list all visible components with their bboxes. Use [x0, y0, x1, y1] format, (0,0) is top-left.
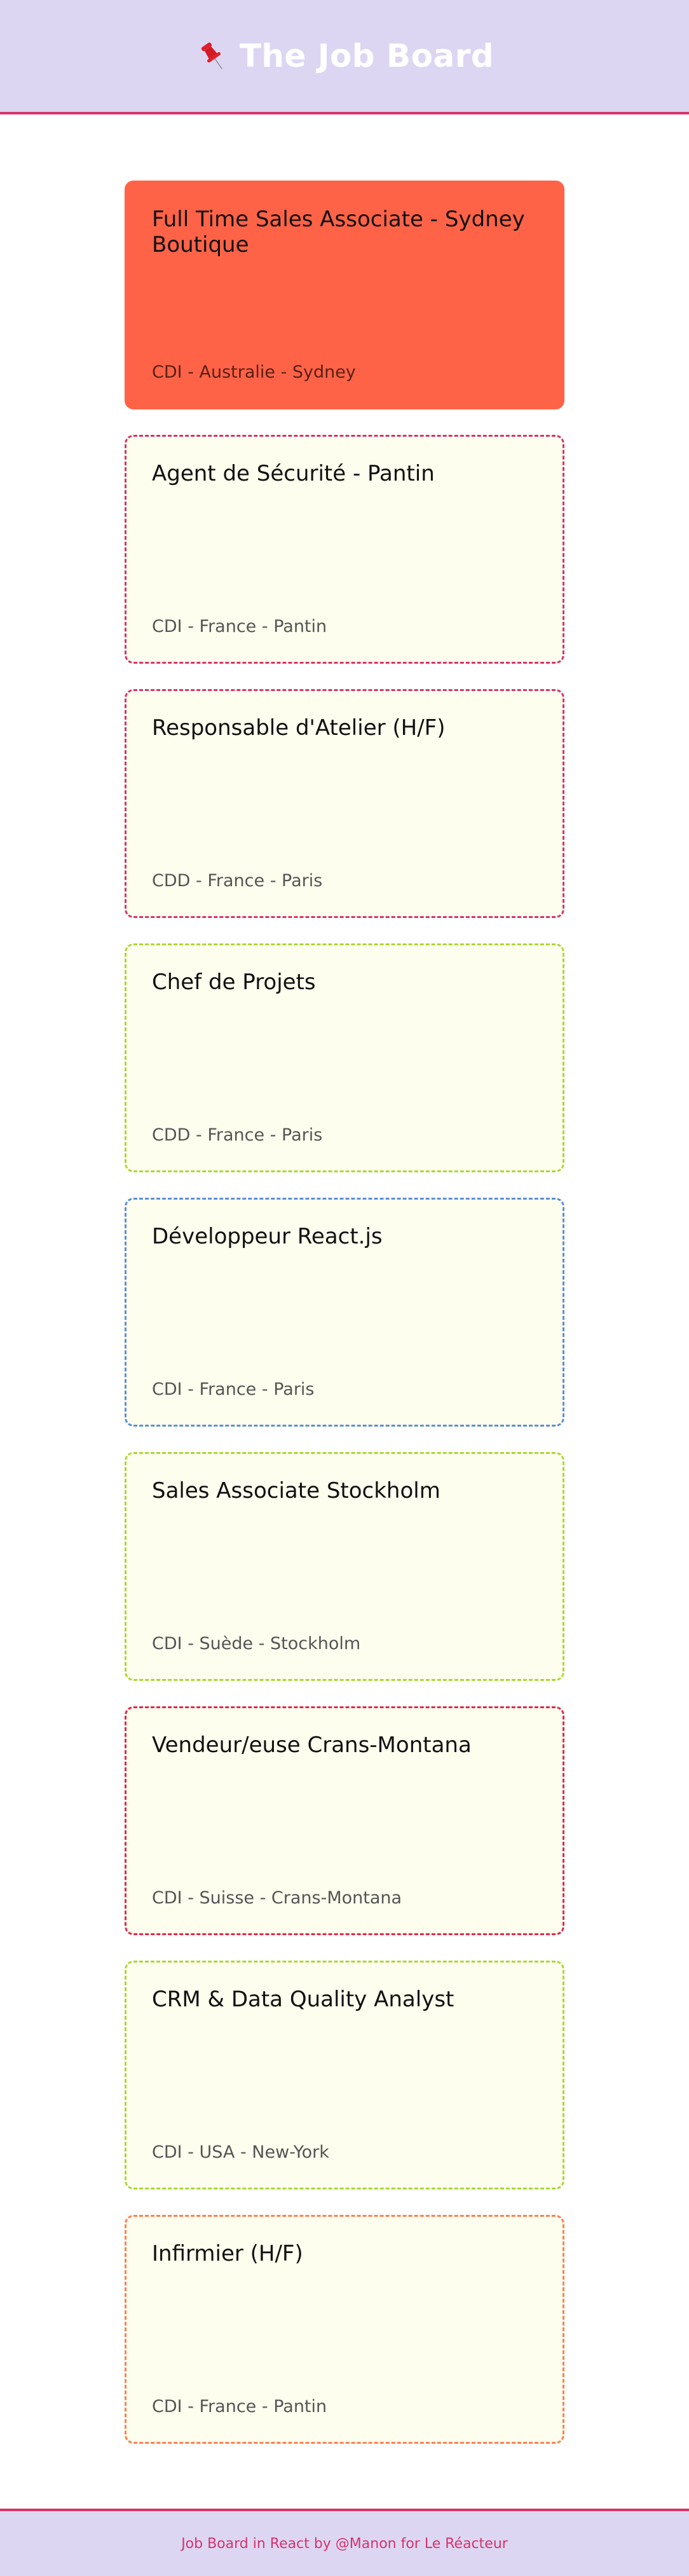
job-card-0[interactable]: Full Time Sales Associate - Sydney Bouti… [125, 181, 564, 409]
job-card-8[interactable]: Infirmier (H/F) CDI - France - Pantin [125, 2215, 564, 2444]
job-title: Agent de Sécurité - Pantin [152, 461, 435, 486]
job-meta: CDI - France - Pantin [152, 2397, 327, 2416]
job-title: Sales Associate Stockholm [152, 1478, 440, 1504]
job-title: Développeur React.js [152, 1224, 383, 1249]
pushpin-icon [201, 42, 222, 69]
job-card-1[interactable]: Agent de Sécurité - Pantin CDI - France … [125, 435, 564, 664]
job-list: Full Time Sales Associate - Sydney Bouti… [125, 181, 564, 2469]
job-title: Responsable d'Atelier (H/F) [152, 715, 446, 741]
job-meta: CDD - France - Paris [152, 1125, 323, 1145]
job-title: Chef de Projets [152, 969, 316, 995]
job-title: Full Time Sales Associate - Sydney Bouti… [152, 207, 525, 257]
job-card-3[interactable]: Chef de Projets CDD - France - Paris [125, 943, 564, 1172]
job-title: Infirmier (H/F) [152, 2241, 303, 2266]
job-meta: CDI - USA - New-York [152, 2142, 329, 2162]
job-meta: CDI - France - Paris [152, 1380, 315, 1399]
job-meta: CDI - Suisse - Crans-Montana [152, 1888, 402, 1908]
footer-credit[interactable]: Job Board in React by @Manon for Le Réac… [181, 2536, 508, 2552]
site-footer: Job Board in React by @Manon for Le Réac… [0, 2509, 689, 2576]
job-card-5[interactable]: Sales Associate Stockholm CDI - Suède - … [125, 1452, 564, 1681]
job-meta: CDI - France - Pantin [152, 617, 327, 636]
job-title: CRM & Data Quality Analyst [152, 1987, 454, 2012]
site-header: The Job Board [0, 0, 689, 114]
page-title: The Job Board [195, 38, 494, 74]
job-meta: CDD - France - Paris [152, 871, 323, 891]
job-meta: CDI - Suède - Stockholm [152, 1634, 361, 1654]
page-title-text: The Job Board [239, 38, 495, 74]
job-card-2[interactable]: Responsable d'Atelier (H/F) CDD - France… [125, 689, 564, 918]
job-card-6[interactable]: Vendeur/euse Crans-Montana CDI - Suisse … [125, 1706, 564, 1935]
job-meta: CDI - Australie - Sydney [152, 362, 356, 382]
job-card-7[interactable]: CRM & Data Quality Analyst CDI - USA - N… [125, 1961, 564, 2189]
job-card-4[interactable]: Développeur React.js CDI - France - Pari… [125, 1198, 564, 1427]
job-title: Vendeur/euse Crans-Montana [152, 1732, 472, 1758]
